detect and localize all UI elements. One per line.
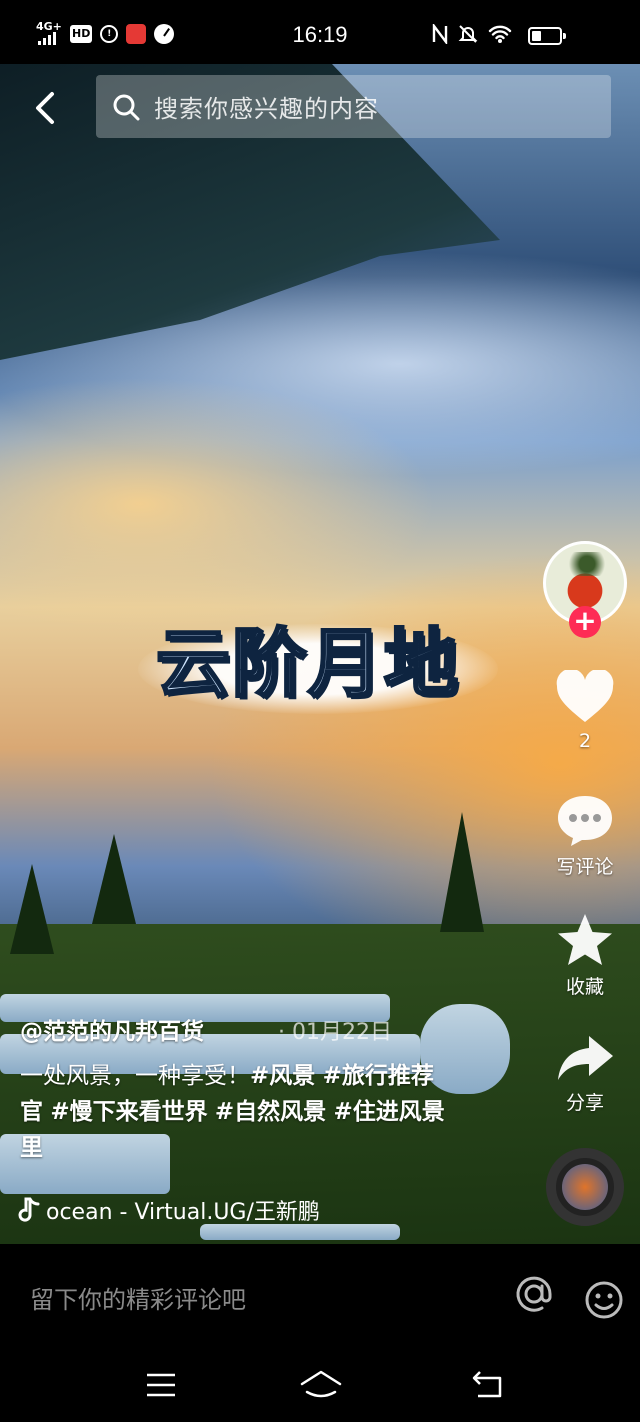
desc-text: 一处风景，一种享受！ [20,1063,250,1089]
back-icon[interactable] [472,1370,504,1398]
back-arrow-icon[interactable] [28,88,68,128]
music-note-icon [18,1197,40,1222]
music-title: ocean - Virtual.UG/王新鹏 [46,1200,320,1225]
comment-bar: 留下你的精彩评论吧 [0,1244,640,1344]
like-count: 2 [578,730,592,752]
hashtag[interactable]: #自然风景 [215,1099,326,1125]
comment-icon [558,796,612,846]
video-title-art: 云阶月地 [138,594,498,724]
status-icons-right [432,24,512,44]
music-info[interactable]: ocean - Virtual.UG/王新鹏 [18,1194,366,1226]
hashtag[interactable]: #风景 [250,1063,315,1089]
hashtag[interactable]: #慢下来看世界 [50,1099,207,1125]
share-label: 分享 [565,1092,604,1114]
comment-button[interactable]: 写评论 [545,792,625,879]
share-icon [558,1036,613,1080]
favorite-label: 收藏 [565,976,604,998]
mute-bell-icon [458,25,478,43]
system-nav-bar [0,1344,640,1422]
nfc-icon [432,24,448,44]
at-icon[interactable] [512,1272,556,1316]
emoji-icon[interactable] [584,1280,624,1320]
author-name[interactable]: @范范的凡邦百货 [20,1012,204,1046]
favorite-button[interactable]: 收藏 [545,912,625,999]
status-bar: 4G+ HD ! 16:19 [0,0,640,64]
search-icon [113,94,140,120]
follow-button[interactable]: + [569,606,601,638]
battery-icon [528,27,566,45]
comment-input[interactable]: 留下你的精彩评论吧 [30,1280,246,1315]
search-input[interactable]: 搜索你感兴趣的内容 [96,75,611,138]
post-date: · 01月22日 [278,1020,392,1045]
wifi-icon [488,25,512,43]
home-icon[interactable] [300,1370,342,1398]
star-icon [558,914,612,965]
menu-icon[interactable] [146,1372,176,1398]
heart-icon [556,668,614,722]
video-description: 一处风景，一种享受！#风景 #旅行推荐官 #慢下来看世界 #自然风景 #住进风景… [20,1058,450,1166]
search-placeholder: 搜索你感兴趣的内容 [154,95,379,123]
share-button[interactable]: 分享 [545,1034,625,1115]
music-disc[interactable] [546,1148,624,1226]
like-button[interactable]: 2 [545,668,625,752]
comment-label: 写评论 [556,856,614,878]
